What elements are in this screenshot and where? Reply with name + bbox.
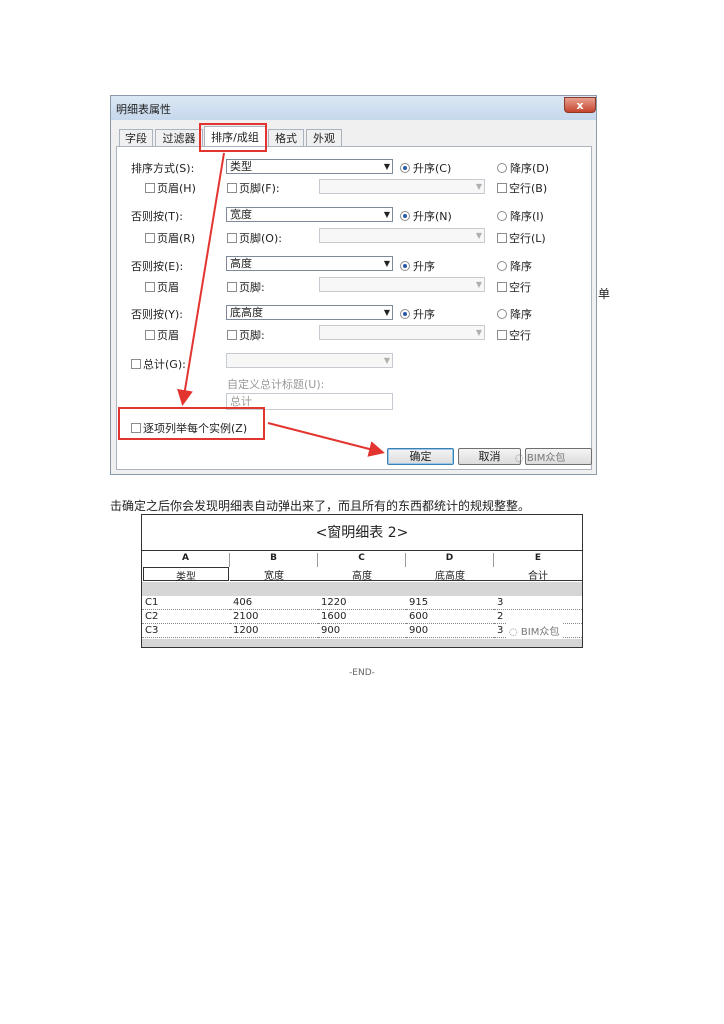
window-schedule-table: <窗明细表 2> A B C D E 类型 宽度 高度 底高度 合计 C1 40… bbox=[141, 514, 583, 648]
table-cell: 1600 bbox=[318, 611, 406, 624]
table-cell: C2 bbox=[142, 611, 230, 624]
column-header: 类型 bbox=[143, 567, 229, 583]
column-header: 底高度 bbox=[406, 567, 494, 582]
column-letter: D bbox=[406, 553, 494, 567]
arrow-to-itemize bbox=[177, 152, 225, 406]
table-cell: 1200 bbox=[230, 625, 318, 638]
table-cell: C1 bbox=[142, 597, 230, 610]
table-watermark: ◌ BIM众包 bbox=[506, 623, 563, 638]
table-cell: 915 bbox=[406, 597, 494, 610]
table-cell: 600 bbox=[406, 611, 494, 624]
column-header: 高度 bbox=[318, 567, 406, 582]
table-cell: 406 bbox=[230, 597, 318, 610]
column-letter: A bbox=[142, 553, 230, 567]
table-cell: 3 bbox=[494, 597, 582, 610]
column-header: 宽度 bbox=[230, 567, 318, 582]
table-cell: 1220 bbox=[318, 597, 406, 610]
table-cell: 900 bbox=[406, 625, 494, 638]
column-header: 合计 bbox=[494, 567, 582, 582]
table-cell: 2100 bbox=[230, 611, 318, 624]
body-paragraph: 击确定之后你会发现明细表自动弹出来了，而且所有的东西都统计的规规整整。 bbox=[110, 499, 531, 513]
annotation-arrows bbox=[177, 152, 385, 457]
schedule-title: <窗明细表 2> bbox=[142, 515, 582, 551]
table-cell: 900 bbox=[318, 625, 406, 638]
header-gap-row bbox=[142, 582, 582, 596]
arrow-to-ok-button bbox=[267, 422, 385, 457]
column-letter: B bbox=[230, 553, 318, 567]
table-watermark-text: BIM众包 bbox=[520, 627, 560, 638]
wechat-icon: ◌ bbox=[509, 627, 521, 638]
stray-text: 单 bbox=[598, 287, 611, 301]
footer-gap-row bbox=[142, 639, 582, 647]
column-letter: C bbox=[318, 553, 406, 567]
end-marker: -END- bbox=[349, 668, 375, 678]
table-cell: C3 bbox=[142, 625, 230, 638]
column-letter: E bbox=[534, 553, 542, 563]
